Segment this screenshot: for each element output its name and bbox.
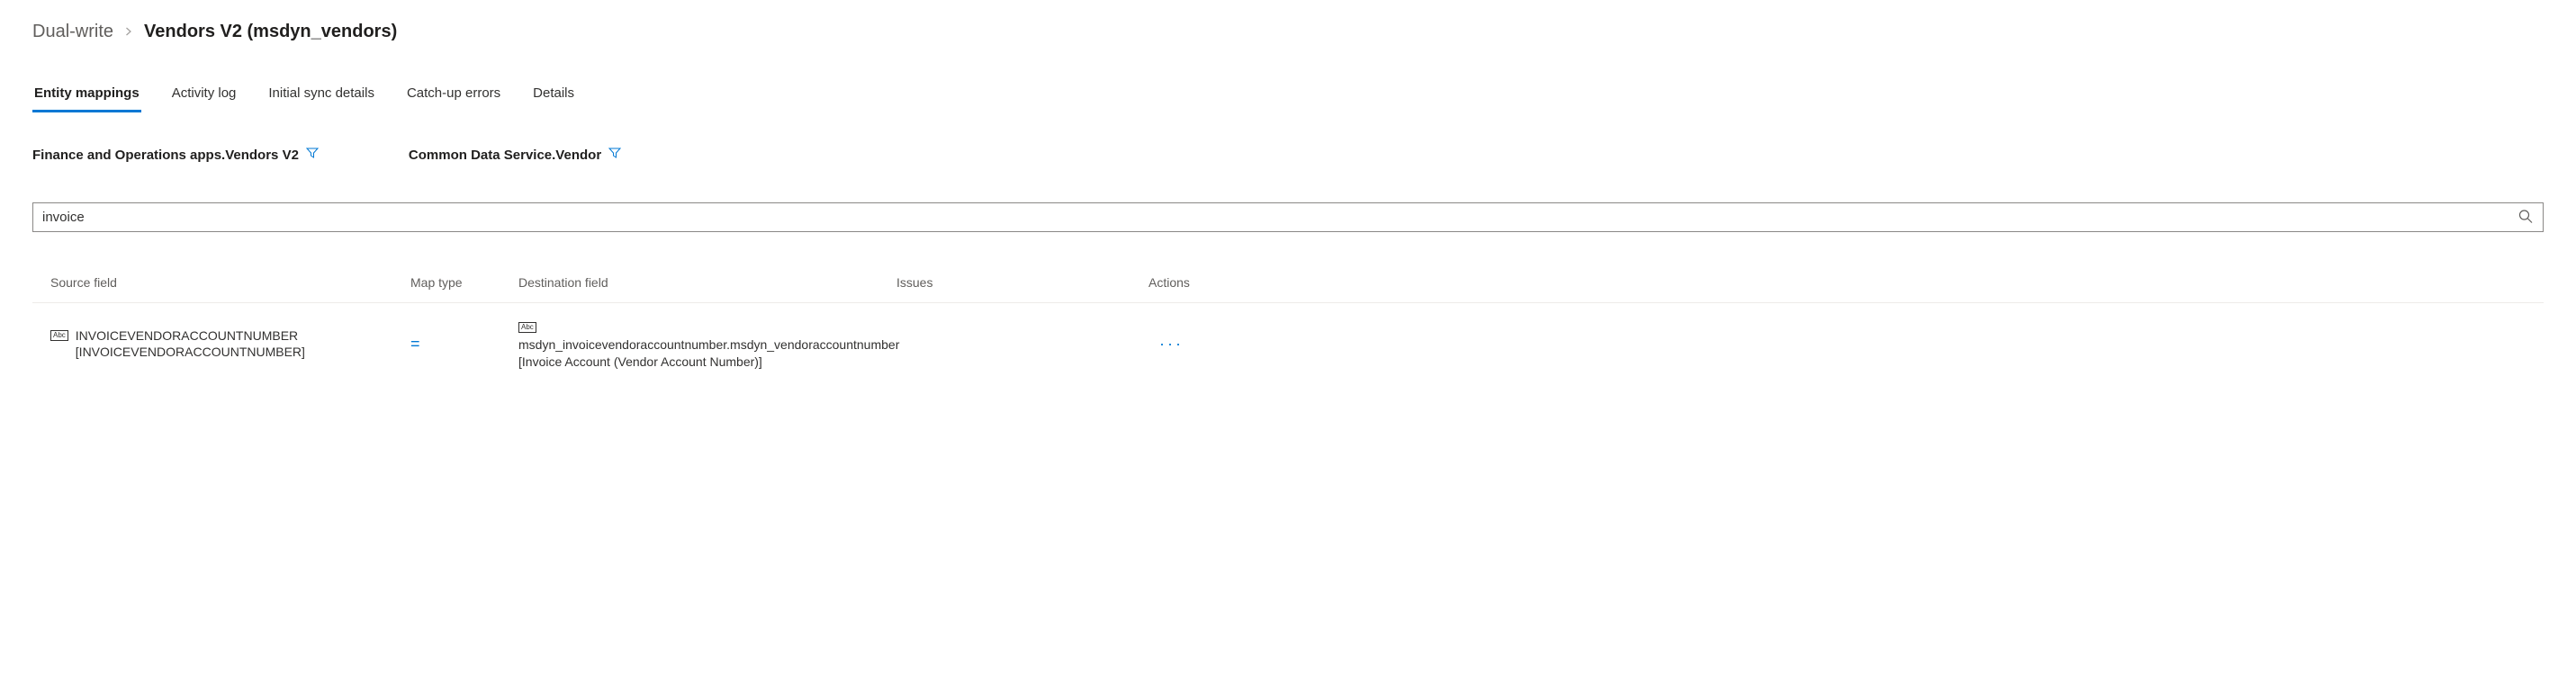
tab-details[interactable]: Details [531,80,576,112]
tab-entity-mappings[interactable]: Entity mappings [32,80,141,112]
destination-field-text: msdyn_invoicevendoraccountnumber.msdyn_v… [518,336,878,371]
entity-source-fo: Finance and Operations apps.Vendors V2 [32,147,319,163]
header-map-type[interactable]: Map type [410,275,518,290]
source-field-text: INVOICEVENDORACCOUNTNUMBER [INVOICEVENDO… [76,327,410,362]
destination-field-cell: Abc msdyn_invoicevendoraccountnumber.msd… [518,318,896,371]
entity-source-fo-label: Finance and Operations apps.Vendors V2 [32,148,299,163]
entity-sources: Finance and Operations apps.Vendors V2 C… [32,112,2544,163]
map-type-cell[interactable]: = [410,335,518,354]
source-field-cell: Abc INVOICEVENDORACCOUNTNUMBER [INVOICEV… [50,327,410,362]
tab-initial-sync-details[interactable]: Initial sync details [266,80,376,112]
tabs: Entity mappings Activity log Initial syn… [32,58,2544,112]
search-icon[interactable] [2518,209,2533,226]
breadcrumb-current: Vendors V2 (msdyn_vendors) [144,22,397,42]
header-source-field[interactable]: Source field [50,275,410,290]
entity-source-cds: Common Data Service.Vendor [409,147,621,163]
more-actions-button[interactable]: ··· [1148,335,1184,353]
filter-icon[interactable] [608,147,621,163]
search-container [32,202,2544,232]
table-row[interactable]: Abc INVOICEVENDORACCOUNTNUMBER [INVOICEV… [32,303,2544,374]
search-input[interactable] [32,202,2544,232]
tab-catch-up-errors[interactable]: Catch-up errors [405,80,502,112]
abc-icon: Abc [518,322,536,333]
table-header: Source field Map type Destination field … [32,275,2544,303]
header-destination-field[interactable]: Destination field [518,275,896,290]
chevron-right-icon [124,24,133,40]
breadcrumb-parent[interactable]: Dual-write [32,22,113,42]
actions-cell: ··· [1148,335,2544,354]
header-actions[interactable]: Actions [1148,275,2544,290]
abc-icon: Abc [50,330,68,341]
entity-source-cds-label: Common Data Service.Vendor [409,148,601,163]
header-issues[interactable]: Issues [896,275,1148,290]
mappings-table: Source field Map type Destination field … [32,275,2544,374]
filter-icon[interactable] [306,147,319,163]
tab-activity-log[interactable]: Activity log [170,80,239,112]
equals-icon: = [410,335,420,353]
breadcrumb: Dual-write Vendors V2 (msdyn_vendors) [32,0,2544,58]
